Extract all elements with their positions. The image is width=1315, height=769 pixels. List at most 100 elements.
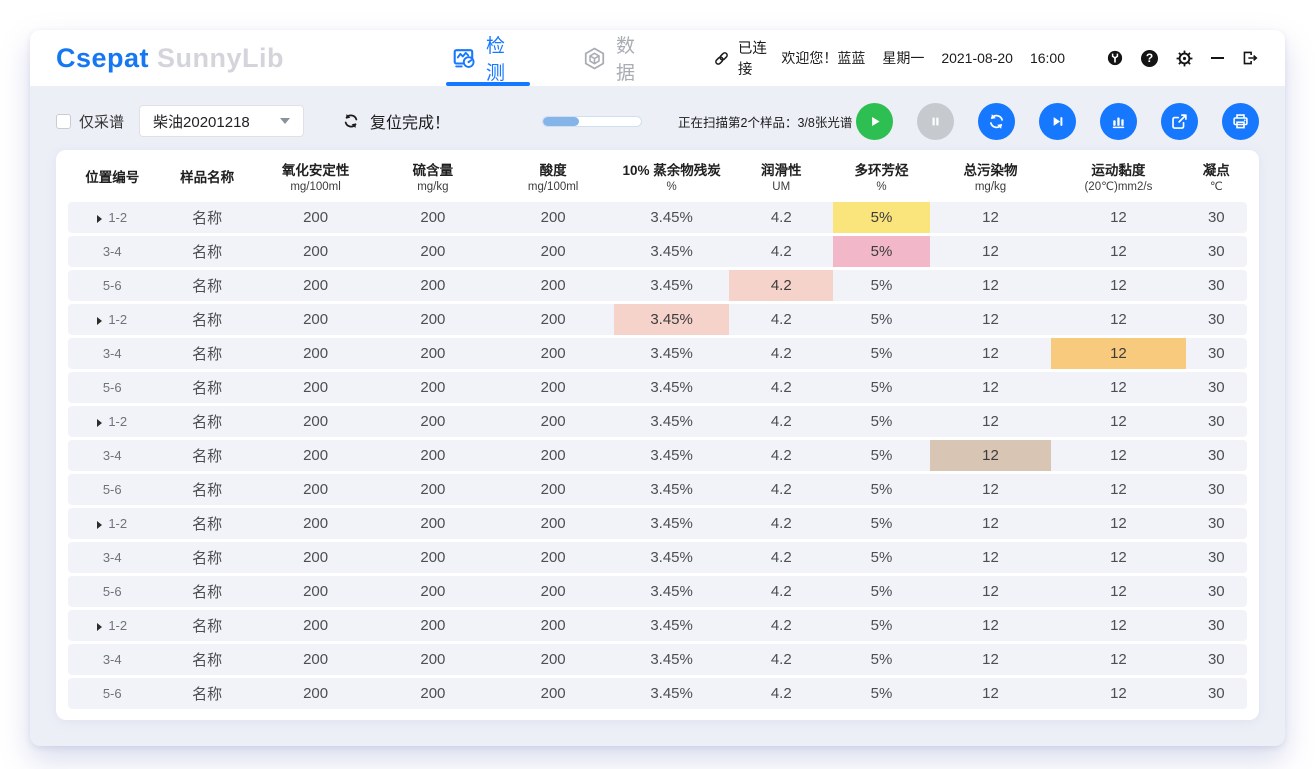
position-cell[interactable]: 3-4 [68, 644, 156, 675]
data-cell: 3.45% [614, 644, 730, 675]
sync-button[interactable] [978, 103, 1015, 140]
data-cell: 4.2 [729, 610, 833, 641]
start-button[interactable] [856, 103, 893, 140]
scan-progress-group: 正在扫描第2个样品：3/8张光谱 [542, 112, 852, 131]
expand-caret-icon[interactable] [97, 623, 102, 631]
reset-sync-icon [341, 111, 361, 131]
data-cell: 5% [833, 440, 930, 471]
data-cell: 3.45% [614, 542, 730, 573]
expand-caret-icon[interactable] [97, 419, 102, 427]
table-row[interactable]: 1-2名称2002002003.45%4.25%121230 [68, 610, 1247, 641]
data-cell: 12 [1051, 270, 1185, 301]
table-row[interactable]: 1-2名称2002002003.45%4.25%121230 [68, 406, 1247, 437]
skip-next-button[interactable] [1039, 103, 1076, 140]
data-cell: 12 [1051, 610, 1185, 641]
position-label: 3-4 [103, 550, 122, 565]
data-cell: 4.2 [729, 542, 833, 573]
table-row[interactable]: 5-6名称2002002003.45%4.25%121230 [68, 270, 1247, 301]
table-row[interactable]: 5-6名称2002002003.45%4.25%121230 [68, 372, 1247, 403]
table-row[interactable]: 5-6名称2002002003.45%4.25%121230 [68, 678, 1247, 709]
table-row[interactable]: 3-4名称2002002003.45%4.25%121230 [68, 338, 1247, 369]
sample-select[interactable]: 柴油20201218 [139, 105, 304, 137]
tab-data[interactable]: 数据 [582, 30, 654, 86]
data-cell: 200 [492, 508, 613, 539]
position-cell[interactable]: 1-2 [68, 304, 156, 335]
data-cell: 200 [492, 372, 613, 403]
position-cell[interactable]: 5-6 [68, 678, 156, 709]
minimize-icon[interactable] [1211, 57, 1224, 59]
spectrum-only-option[interactable]: 仅采谱 [56, 111, 124, 132]
data-cell: 12 [930, 678, 1051, 709]
position-label: 5-6 [103, 482, 122, 497]
position-cell[interactable]: 1-2 [68, 508, 156, 539]
print-button[interactable] [1222, 103, 1259, 140]
data-cell: 名称 [156, 440, 257, 471]
table-row[interactable]: 1-2名称2002002003.45%4.25%121230 [68, 508, 1247, 539]
export-button[interactable] [1161, 103, 1198, 140]
highlighted-data-cell: 5% [833, 202, 930, 233]
data-cell: 5% [833, 508, 930, 539]
data-cell: 30 [1186, 304, 1247, 335]
results-table-card: 位置编号样品名称氧化安定性mg/100ml硫含量mg/kg酸度mg/100ml1… [56, 150, 1259, 720]
data-cell: 3.45% [614, 270, 730, 301]
data-cell: 30 [1186, 202, 1247, 233]
position-cell[interactable]: 3-4 [68, 440, 156, 471]
link-icon [712, 49, 731, 68]
table-row[interactable]: 3-4名称2002002003.45%4.25%121230 [68, 542, 1247, 573]
table-row[interactable]: 5-6名称2002002003.45%4.25%121230 [68, 474, 1247, 505]
expand-caret-icon[interactable] [97, 317, 102, 325]
data-cell: 名称 [156, 202, 257, 233]
table-row[interactable]: 3-4名称2002002003.45%4.25%121230 [68, 644, 1247, 675]
position-cell[interactable]: 1-2 [68, 406, 156, 437]
data-cell: 200 [373, 610, 492, 641]
logout-icon[interactable] [1241, 49, 1259, 67]
table-row[interactable]: 1-2名称2002002003.45%4.25%121230 [68, 202, 1247, 233]
table-row[interactable]: 3-4名称2002002003.45%4.25%121230 [68, 236, 1247, 267]
expand-caret-icon[interactable] [97, 521, 102, 529]
position-cell[interactable]: 1-2 [68, 610, 156, 641]
position-cell[interactable]: 5-6 [68, 474, 156, 505]
position-cell[interactable]: 3-4 [68, 236, 156, 267]
header-right: 欢迎您！蓝蓝 星期一 2021-08-20 16:00 ? [781, 48, 1259, 68]
position-cell[interactable]: 3-4 [68, 338, 156, 369]
data-cell: 200 [492, 236, 613, 267]
expand-caret-icon[interactable] [97, 215, 102, 223]
data-cell: 名称 [156, 372, 257, 403]
data-cell: 12 [1051, 576, 1185, 607]
progress-fill [543, 117, 579, 126]
settings-gear-icon[interactable] [1175, 49, 1194, 68]
data-cell: 12 [1051, 372, 1185, 403]
tab-data-label: 数据 [616, 31, 654, 85]
data-cell: 200 [492, 440, 613, 471]
position-cell[interactable]: 1-2 [68, 202, 156, 233]
highlighted-data-cell: 12 [1051, 338, 1185, 369]
data-cell: 5% [833, 338, 930, 369]
position-cell[interactable]: 3-4 [68, 542, 156, 573]
reset-button[interactable]: 复位完成！ [341, 109, 450, 133]
data-cell: 4.2 [729, 678, 833, 709]
data-cell: 12 [930, 270, 1051, 301]
help-icon[interactable]: ? [1141, 50, 1158, 67]
chart-button[interactable] [1100, 103, 1137, 140]
data-cell: 12 [930, 236, 1051, 267]
data-cell: 200 [492, 576, 613, 607]
pause-button[interactable] [917, 103, 954, 140]
spectrum-only-checkbox[interactable] [56, 114, 71, 129]
tab-detection[interactable]: 检测 [452, 30, 524, 86]
position-label: 5-6 [103, 686, 122, 701]
data-cell: 5% [833, 542, 930, 573]
sample-select-value: 柴油20201218 [153, 111, 250, 132]
position-cell[interactable]: 5-6 [68, 372, 156, 403]
wrench-circle-icon[interactable] [1106, 49, 1124, 67]
data-cell: 3.45% [614, 202, 730, 233]
column-header: 10% 蒸余物残炭% [614, 155, 730, 199]
column-header: 位置编号 [68, 155, 156, 199]
position-cell[interactable]: 5-6 [68, 576, 156, 607]
table-row[interactable]: 5-6名称2002002003.45%4.25%121230 [68, 576, 1247, 607]
table-row[interactable]: 3-4名称2002002003.45%4.25%121230 [68, 440, 1247, 471]
position-cell[interactable]: 5-6 [68, 270, 156, 301]
table-row[interactable]: 1-2名称2002002003.45%4.25%121230 [68, 304, 1247, 335]
position-label: 1-2 [108, 618, 127, 633]
column-header: 样品名称 [156, 155, 257, 199]
data-cell: 5% [833, 644, 930, 675]
